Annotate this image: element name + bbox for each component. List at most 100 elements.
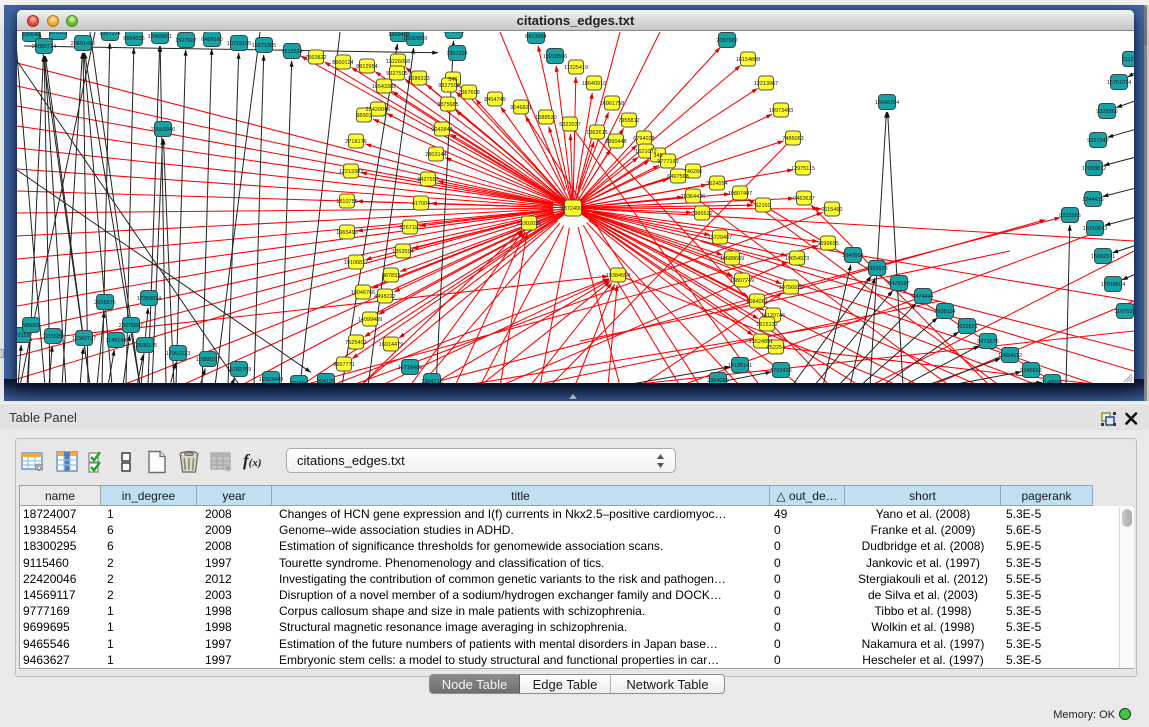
svg-text:9474444: 9474444 — [912, 294, 933, 300]
svg-text:8454749: 8454749 — [484, 97, 505, 103]
svg-text:1148956: 1148956 — [1041, 380, 1062, 383]
svg-text:9327505: 9327505 — [386, 71, 407, 77]
svg-text:1042160: 1042160 — [443, 32, 464, 35]
svg-text:11325419: 11325419 — [564, 65, 588, 71]
svg-text:6466160: 6466160 — [201, 37, 222, 43]
svg-text:2803144: 2803144 — [425, 152, 446, 158]
svg-text:8186323: 8186323 — [408, 76, 429, 82]
svg-text:12213967: 12213967 — [754, 81, 778, 87]
svg-text:1145194: 1145194 — [105, 338, 126, 344]
svg-text:14136141: 14136141 — [728, 363, 752, 369]
svg-text:831506: 831506 — [290, 381, 308, 383]
svg-text:10046766: 10046766 — [351, 290, 375, 296]
svg-text:8504036: 8504036 — [123, 36, 144, 42]
svg-text:18807249: 18807249 — [730, 278, 754, 284]
svg-text:1364718: 1364718 — [421, 379, 442, 383]
svg-text:7955812: 7955812 — [618, 118, 639, 124]
svg-text:8660124: 8660124 — [332, 60, 353, 66]
svg-text:10973493: 10973493 — [769, 108, 793, 114]
svg-text:12093872: 12093872 — [1082, 166, 1106, 172]
svg-text:16154808: 16154808 — [736, 57, 760, 63]
svg-text:10688609: 10688609 — [720, 256, 744, 262]
svg-text:1733426: 1733426 — [770, 368, 791, 374]
svg-text:16648784: 16648784 — [875, 100, 899, 106]
svg-text:15720407: 15720407 — [708, 235, 732, 241]
svg-text:9146821: 9146821 — [510, 105, 531, 111]
svg-text:15692971: 15692971 — [1091, 254, 1115, 260]
svg-text:1527607: 1527607 — [175, 38, 196, 44]
svg-text:7625402: 7625402 — [345, 340, 366, 346]
svg-text:9115460: 9115460 — [821, 207, 842, 213]
svg-text:7357224: 7357224 — [446, 51, 467, 57]
svg-text:9463627: 9463627 — [793, 196, 814, 202]
svg-text:2016576: 2016576 — [94, 300, 115, 306]
svg-text:7632621: 7632621 — [956, 324, 977, 330]
svg-text:9329366: 9329366 — [1096, 109, 1117, 115]
svg-text:9227342: 9227342 — [1087, 138, 1108, 144]
svg-text:17359924: 17359924 — [137, 296, 161, 302]
svg-text:8813054: 8813054 — [525, 34, 546, 40]
svg-text:1167531: 1167531 — [1114, 309, 1134, 315]
svg-text:1362615: 1362615 — [586, 130, 607, 136]
svg-text:16543382: 16543382 — [372, 84, 396, 90]
svg-text:16914479: 16914479 — [379, 342, 403, 348]
svg-text:6794028: 6794028 — [633, 136, 654, 142]
svg-text:907513: 907513 — [49, 32, 67, 36]
svg-text:12975115: 12975115 — [791, 166, 815, 172]
svg-text:3624554: 3624554 — [706, 181, 727, 187]
svg-text:9242848: 9242848 — [431, 127, 452, 133]
svg-text:24055714: 24055714 — [32, 44, 56, 50]
svg-text:7515524: 7515524 — [281, 49, 302, 55]
svg-text:17465831: 17465831 — [148, 34, 172, 40]
svg-text:16782759: 16782759 — [227, 367, 251, 373]
svg-text:2087682: 2087682 — [716, 38, 737, 44]
svg-text:7986522: 7986522 — [691, 211, 712, 217]
svg-text:10807487: 10807487 — [728, 191, 752, 197]
svg-text:12213383: 12213383 — [339, 169, 363, 175]
svg-text:8912954: 8912954 — [356, 64, 377, 70]
svg-text:2367608: 2367608 — [458, 90, 479, 96]
svg-text:1810755: 1810755 — [336, 199, 357, 205]
svg-text:16210643: 16210643 — [1083, 226, 1107, 232]
svg-text:17957223: 17957223 — [166, 351, 190, 357]
svg-text:19384554: 19384554 — [606, 273, 630, 279]
svg-text:904126: 904126 — [317, 379, 335, 383]
svg-text:1353594: 1353594 — [392, 249, 413, 255]
svg-text:12505135: 12505135 — [133, 343, 157, 349]
svg-text:10756928: 10756928 — [779, 285, 803, 291]
svg-text:13226058: 13226058 — [386, 59, 410, 65]
svg-text:9084067: 9084067 — [746, 299, 767, 305]
svg-text:585061: 585061 — [22, 323, 40, 329]
svg-text:6479197: 6479197 — [888, 281, 909, 287]
svg-text:4498222: 4498222 — [374, 294, 395, 300]
svg-text:1115689: 1115689 — [43, 334, 64, 340]
svg-text:8267110: 8267110 — [399, 225, 420, 231]
svg-text:15751074: 15751074 — [1107, 80, 1131, 86]
svg-text:20691406: 20691406 — [71, 41, 95, 47]
svg-text:9699695: 9699695 — [817, 241, 838, 247]
svg-text:7485063: 7485063 — [782, 136, 803, 142]
svg-text:20053346: 20053346 — [151, 127, 175, 133]
svg-text:9327508: 9327508 — [438, 83, 459, 89]
svg-text:1965498: 1965498 — [336, 230, 357, 236]
svg-text:12342737: 12342737 — [72, 336, 96, 342]
svg-text:417004: 417004 — [412, 201, 430, 207]
svg-text:8990448: 8990448 — [605, 139, 626, 145]
svg-text:5322037: 5322037 — [559, 122, 580, 128]
svg-text:62160: 62160 — [755, 203, 770, 209]
svg-text:10654112: 10654112 — [998, 353, 1022, 359]
svg-text:1640954: 1640954 — [842, 253, 863, 259]
svg-text:887833: 887833 — [382, 273, 400, 279]
svg-text:16671365: 16671365 — [252, 43, 276, 49]
svg-text:18724007: 18724007 — [561, 206, 585, 212]
svg-text:8215955: 8215955 — [1059, 213, 1080, 219]
svg-text:17016504: 17016504 — [1101, 282, 1125, 288]
svg-text:23975887: 23975887 — [119, 323, 143, 329]
svg-text:10958107: 10958107 — [196, 357, 220, 363]
svg-text:7663822: 7663822 — [305, 55, 326, 61]
svg-text:39159: 39159 — [17, 333, 30, 339]
svg-text:19654923: 19654923 — [785, 256, 809, 262]
svg-text:1057174: 1057174 — [99, 32, 120, 37]
svg-text:2718176: 2718176 — [345, 139, 366, 145]
svg-text:19218506: 19218506 — [543, 54, 567, 60]
